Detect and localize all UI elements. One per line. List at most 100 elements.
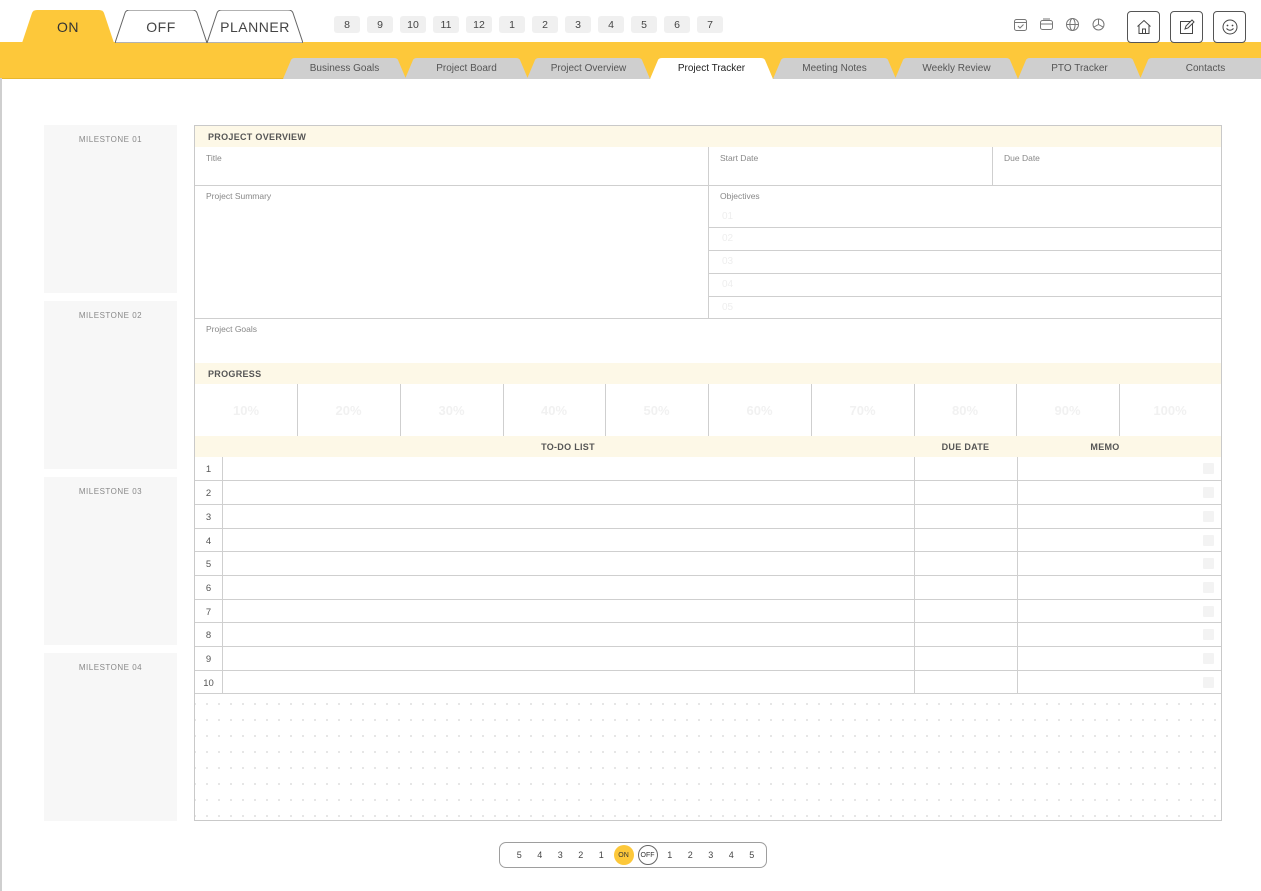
todo-row[interactable]: 10 [195,671,1221,695]
row-number: 6 [205,582,212,594]
month-tab[interactable]: 7 [697,16,723,33]
milestone-panel[interactable]: MILESTONE 02 [44,301,177,469]
tab-project-overview[interactable]: Project Overview [527,58,650,79]
todo-row[interactable]: 3 [195,505,1221,529]
todo-checkbox[interactable] [1203,535,1214,546]
page-link[interactable]: 3 [701,850,722,860]
tab-project-tracker[interactable]: Project Tracker [650,58,773,79]
globe-icon[interactable] [1064,16,1081,33]
divider [195,622,1221,623]
month-tab[interactable]: 6 [664,16,690,33]
todo-checkbox[interactable] [1203,653,1214,664]
tab-weekly-review[interactable]: Weekly Review [895,58,1018,79]
pager-on-button[interactable]: ON [613,845,634,865]
month-tab[interactable]: 3 [565,16,591,33]
tab-project-board[interactable]: Project Board [405,58,528,79]
milestone-panel[interactable]: MILESTONE 03 [44,477,177,645]
todo-row[interactable]: 1 [195,457,1221,481]
todo-checkbox[interactable] [1203,558,1214,569]
page-link[interactable]: 1 [591,850,612,860]
todo-checkbox[interactable] [1203,582,1214,593]
tab-on[interactable]: ON [22,10,114,43]
page-link[interactable]: 1 [660,850,681,860]
page-link[interactable]: 5 [509,850,530,860]
divider [1016,384,1017,436]
tab-project-tracker-label: Project Tracker [677,63,746,74]
smiley-button[interactable] [1213,11,1246,43]
divider [708,384,709,436]
wallet-icon[interactable] [1038,16,1055,33]
progress-step[interactable]: 30% [400,384,503,436]
progress-step[interactable]: 70% [811,384,914,436]
month-tab[interactable]: 1 [499,16,525,33]
tab-meeting-notes-label: Meeting Notes [802,63,867,74]
progress-step[interactable]: 10% [195,384,297,436]
progress-step[interactable]: 100% [1119,384,1221,436]
progress-step[interactable]: 50% [605,384,708,436]
tab-off[interactable]: OFF [115,10,207,43]
todo-row[interactable]: 5 [195,552,1221,576]
tab-meeting-notes[interactable]: Meeting Notes [773,58,896,79]
milestone-panel[interactable]: MILESTONE 01 [44,125,177,293]
todo-row[interactable]: 6 [195,576,1221,600]
openai-icon[interactable] [1090,16,1107,33]
todo-checkbox[interactable] [1203,677,1214,688]
dot-grid-notes[interactable] [195,694,1221,820]
edit-button[interactable] [1170,11,1203,43]
tab-project-board-label: Project Board [436,63,497,74]
due-date-label: Due Date [1004,153,1040,163]
todo-row[interactable]: 7 [195,600,1221,624]
month-tab[interactable]: 8 [334,16,360,33]
tab-pto-tracker[interactable]: PTO Tracker [1018,58,1141,79]
progress-step[interactable]: 60% [708,384,811,436]
tab-pto-tracker-label: PTO Tracker [1051,63,1108,74]
month-tab[interactable]: 4 [598,16,624,33]
project-summary-label: Project Summary [206,191,272,201]
divider [708,296,1221,297]
tab-planner-label: PLANNER [220,18,290,35]
page-link[interactable]: 2 [680,850,701,860]
todo-row[interactable]: 4 [195,529,1221,553]
month-tab[interactable]: 2 [532,16,558,33]
month-tab[interactable]: 5 [631,16,657,33]
month-tab[interactable]: 10 [400,16,426,33]
progress-step[interactable]: 80% [914,384,1016,436]
row-number: 5 [205,558,212,570]
month-tab[interactable]: 12 [466,16,492,33]
calendar-check-icon[interactable] [1012,16,1029,33]
month-tab[interactable]: 11 [433,16,459,33]
progress-step[interactable]: 90% [1016,384,1119,436]
tab-planner[interactable]: PLANNER [207,10,303,43]
row-number: 7 [205,606,212,618]
todo-checkbox[interactable] [1203,487,1214,498]
objective-number: 02 [722,233,734,244]
divider [1119,384,1120,436]
page-link[interactable]: 4 [530,850,551,860]
tab-contacts[interactable]: Contacts [1140,58,1261,79]
toolbar-icons [1012,16,1107,33]
divider [708,273,1221,274]
todo-row[interactable]: 2 [195,481,1221,505]
progress-step[interactable]: 40% [503,384,605,436]
row-number: 9 [205,653,212,665]
todo-checkbox[interactable] [1203,463,1214,474]
project-goals-label: Project Goals [206,324,258,334]
pager-off-button[interactable]: OFF [637,845,658,865]
progress-step[interactable]: 20% [297,384,400,436]
milestone-panel[interactable]: MILESTONE 04 [44,653,177,821]
month-tab[interactable]: 9 [367,16,393,33]
todo-row[interactable]: 8 [195,623,1221,647]
todo-row[interactable]: 9 [195,647,1221,671]
page-link[interactable]: 3 [550,850,571,860]
page-link[interactable]: 2 [571,850,592,860]
todo-checkbox[interactable] [1203,511,1214,522]
divider [195,318,1221,319]
tab-business-goals[interactable]: Business Goals [283,58,406,79]
page-link[interactable]: 5 [742,850,763,860]
divider [195,504,1221,505]
home-button[interactable] [1127,11,1160,43]
todo-checkbox[interactable] [1203,606,1214,617]
todo-checkbox[interactable] [1203,629,1214,640]
divider [914,384,915,436]
page-link[interactable]: 4 [721,850,742,860]
